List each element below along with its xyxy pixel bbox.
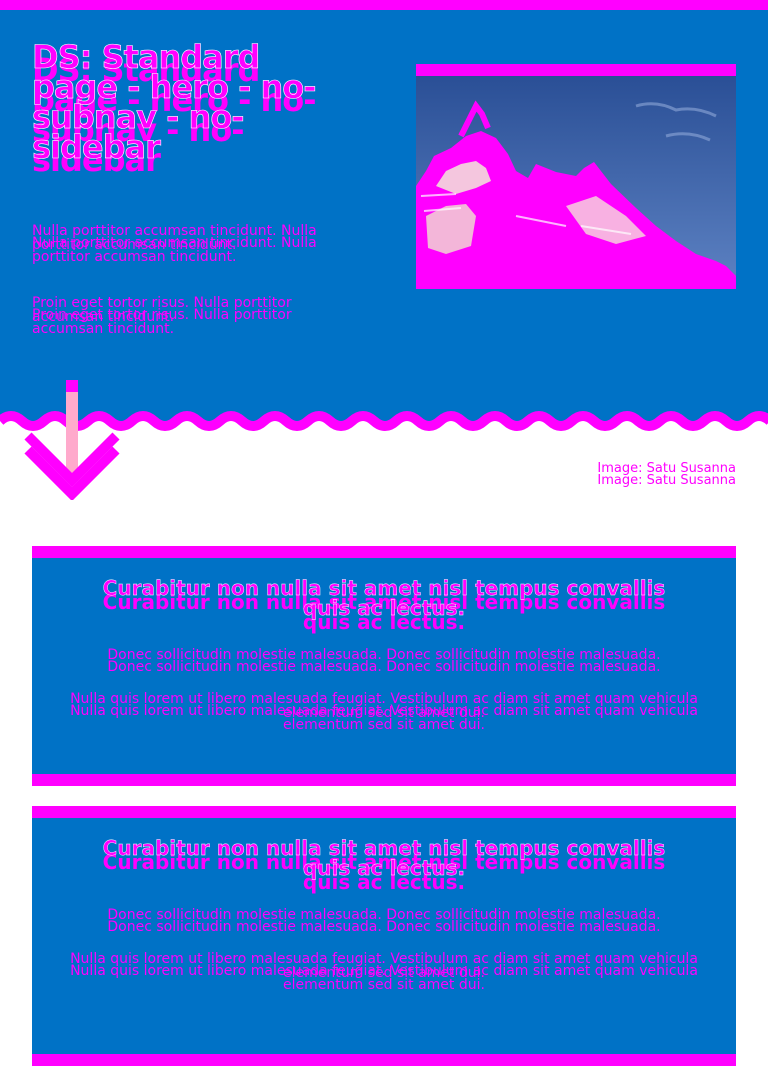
card-heading: Curabitur non nulla sit amet nisl tempus… [102,836,666,880]
card-text: Nulla quis lorem ut libero malesuada feu… [70,951,698,981]
card-heading: Curabitur non nulla sit amet nisl tempus… [102,576,666,620]
card-text: Donec sollicitudin molestie malesuada. D… [107,907,661,923]
hero-image [416,64,736,289]
content-card: Curabitur non nulla sit amet nisl tempus… [32,546,736,786]
top-accent-bar [0,0,768,10]
card-text: Donec sollicitudin molestie malesuada. D… [107,647,661,663]
page-title: DS: Standard page - hero - no-subnav - n… [32,38,317,166]
content-card: Curabitur non nulla sit amet nisl tempus… [32,806,736,1066]
card-text: Nulla quis lorem ut libero malesuada feu… [70,691,698,721]
image-credit: Image: Satu Susanna [597,461,736,476]
hero-intro-text: Nulla porttitor accumsan tincidunt. Null… [32,223,317,253]
building-photo [416,76,736,276]
arrow-down-icon[interactable] [22,380,122,500]
hero-secondary-text: Proin eget tortor risus. Nulla porttitor… [32,295,292,325]
